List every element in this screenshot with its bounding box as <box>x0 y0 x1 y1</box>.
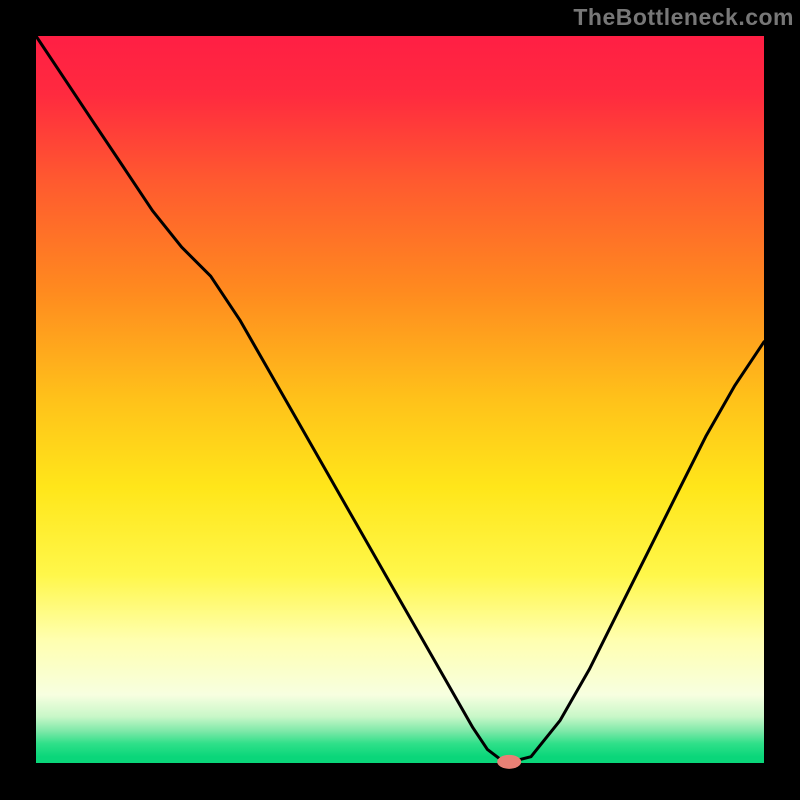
chart-plot-area <box>36 36 764 764</box>
attribution-text: TheBottleneck.com <box>573 4 794 31</box>
optimal-point <box>497 755 521 769</box>
chart-stage: TheBottleneck.com <box>0 0 800 800</box>
bottleneck-chart <box>0 0 800 800</box>
